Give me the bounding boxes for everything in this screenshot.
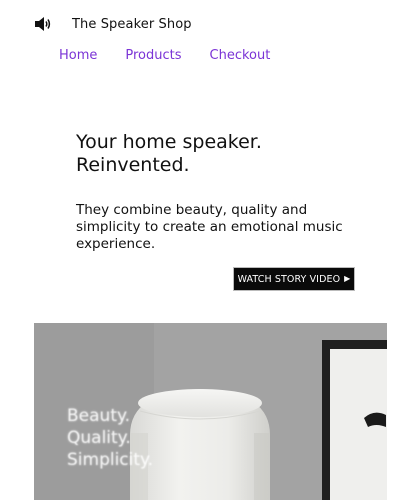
tagline-quality: Quality.: [67, 428, 131, 448]
speaker-volume-icon[interactable]: [34, 15, 52, 33]
hero-image: Beauty. Quality. Simplicity.: [34, 323, 387, 500]
main-nav: Home Products Checkout: [59, 48, 270, 63]
nav-products-link[interactable]: Products: [125, 48, 181, 63]
shop-name[interactable]: The Speaker Shop: [72, 17, 192, 32]
play-triangle-icon: ▶: [344, 274, 351, 283]
tagline-simplicity: Simplicity.: [67, 450, 154, 470]
hero-subtext: They combine beauty, quality and simplic…: [76, 202, 343, 252]
site-header: The Speaker Shop: [34, 14, 192, 34]
watch-story-video-button[interactable]: WATCH STORY VIDEO ▶: [233, 267, 355, 291]
nav-checkout-link[interactable]: Checkout: [210, 48, 271, 63]
page: The Speaker Shop Home Products Checkout …: [0, 0, 400, 500]
headline-line-1: Your home speaker.: [76, 131, 262, 153]
headline-line-2: Reinvented.: [76, 154, 190, 176]
cta-label: WATCH STORY VIDEO: [237, 273, 341, 285]
hero-headline: Your home speaker. Reinvented.: [76, 131, 366, 177]
nav-home-link[interactable]: Home: [59, 48, 97, 63]
tagline-beauty: Beauty.: [67, 406, 131, 426]
hero-tagline: Beauty. Quality. Simplicity.: [67, 405, 153, 471]
